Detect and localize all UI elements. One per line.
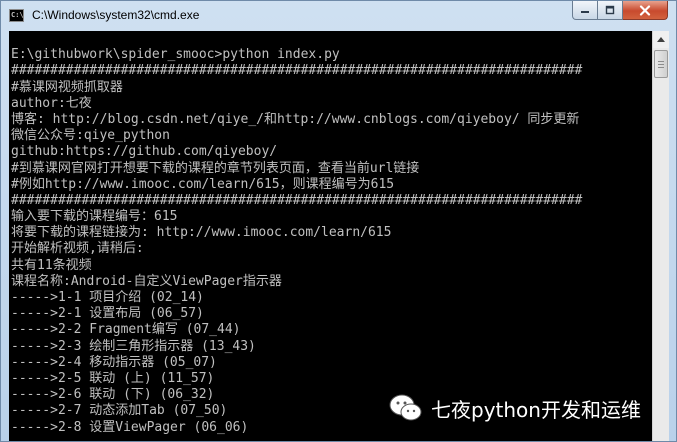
console-line: ----->2-2 Fragment编写 (07_44) (11, 322, 241, 338)
console-line: ----->2-1 设置布局 (06_57) (11, 306, 204, 322)
console-line: ########################################… (11, 63, 583, 79)
cmd-icon[interactable]: C:\ (9, 9, 24, 22)
watermark-text: 七夜python开发和运维 (431, 397, 641, 422)
title-bar[interactable]: C:\ C:\Windows\system32\cmd.exe (1, 1, 676, 31)
maximize-icon (605, 5, 615, 15)
vertical-scrollbar[interactable] (652, 31, 669, 441)
close-button[interactable] (623, 1, 668, 20)
scroll-up-button[interactable] (653, 31, 669, 48)
console-line: ########################################… (11, 192, 583, 208)
console-line: ----->2-4 移动指示器 (05_07) (11, 354, 217, 370)
console-line: 开始解析视频,请稍后: (11, 241, 144, 257)
console-line: author:七夜 (11, 95, 92, 111)
console-line: #到慕课网官网打开想要下载的课程的章节列表页面，查看当前url链接 (11, 160, 420, 176)
wechat-icon (389, 394, 422, 421)
maximize-button[interactable] (598, 1, 623, 20)
console-line: 共有11条视频 (11, 257, 92, 273)
minimize-icon (581, 11, 589, 13)
window-title: C:\Windows\system32\cmd.exe (32, 8, 200, 22)
close-icon (639, 4, 651, 16)
console-line: ----->1-1 项目介绍 (02_14) (11, 290, 204, 305)
console-line: E:\githubwork\spider_smooc>python index.… (11, 47, 340, 63)
console-line: github:https://github.com/qiyeboy/ (11, 144, 278, 160)
minimize-button[interactable] (572, 1, 598, 20)
console-line: 课程名称:Android-自定义ViewPager指示器 (11, 273, 282, 289)
watermark: 七夜python开发和运维 (389, 393, 641, 423)
console-line: ----->2-5 联动 (上) (11_57) (11, 370, 215, 386)
console-line: 博客: http://blog.csdn.net/qiye_/和http://w… (11, 111, 580, 127)
scroll-thumb[interactable] (654, 50, 668, 78)
console-line: ----->2-3 绘制三角形指示器 (13_43) (11, 338, 256, 354)
console-line: #慕课网视频抓取器 (11, 79, 123, 95)
window-controls (572, 1, 668, 20)
cmd-window: C:\ C:\Windows\system32\cmd.exe E:\githu… (0, 0, 677, 442)
console-line: 微信公众号:qiye_python (11, 128, 170, 144)
console-line: 将要下载的课程链接为: http://www.imooc.com/learn/6… (11, 225, 392, 241)
console-line: 输入要下载的课程编号：615 (11, 209, 178, 225)
console-line: #例如http://www.imooc.com/learn/615，则课程编号为… (11, 176, 395, 192)
console-output[interactable]: E:\githubwork\spider_smooc>python index.… (9, 31, 652, 441)
arrow-up-icon (657, 37, 665, 42)
